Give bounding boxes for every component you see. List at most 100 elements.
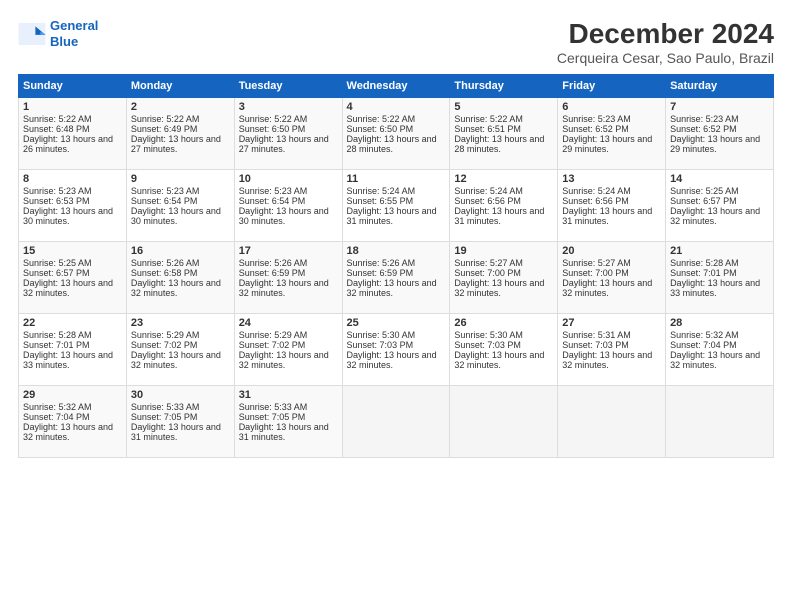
daylight-text: Daylight: 13 hours and 31 minutes. [131, 422, 221, 442]
sunset-text: Sunset: 6:51 PM [454, 124, 521, 134]
daylight-text: Daylight: 13 hours and 32 minutes. [454, 350, 544, 370]
calendar-cell [558, 386, 666, 458]
sunrise-text: Sunrise: 5:22 AM [23, 114, 92, 124]
calendar-cell: 22Sunrise: 5:28 AMSunset: 7:01 PMDayligh… [19, 314, 127, 386]
day-number: 11 [347, 173, 446, 185]
sunrise-text: Sunrise: 5:25 AM [23, 258, 92, 268]
day-number: 26 [454, 317, 553, 329]
sunrise-text: Sunrise: 5:25 AM [670, 186, 739, 196]
sunrise-text: Sunrise: 5:23 AM [131, 186, 200, 196]
sunrise-text: Sunrise: 5:32 AM [670, 330, 739, 340]
sunrise-text: Sunrise: 5:29 AM [239, 330, 308, 340]
daylight-text: Daylight: 13 hours and 31 minutes. [239, 422, 329, 442]
calendar-cell [450, 386, 558, 458]
daylight-text: Daylight: 13 hours and 33 minutes. [670, 278, 760, 298]
calendar-cell: 6Sunrise: 5:23 AMSunset: 6:52 PMDaylight… [558, 98, 666, 170]
calendar-cell: 26Sunrise: 5:30 AMSunset: 7:03 PMDayligh… [450, 314, 558, 386]
page-header: General Blue December 2024 Cerqueira Ces… [18, 18, 774, 66]
sunrise-text: Sunrise: 5:23 AM [23, 186, 92, 196]
sunrise-text: Sunrise: 5:33 AM [239, 402, 308, 412]
sunset-text: Sunset: 6:55 PM [347, 196, 414, 206]
daylight-text: Daylight: 13 hours and 28 minutes. [347, 134, 437, 154]
daylight-text: Daylight: 13 hours and 29 minutes. [562, 134, 652, 154]
logo-text: General Blue [50, 18, 98, 49]
sunrise-text: Sunrise: 5:27 AM [562, 258, 631, 268]
calendar-cell: 23Sunrise: 5:29 AMSunset: 7:02 PMDayligh… [126, 314, 234, 386]
sunset-text: Sunset: 6:57 PM [670, 196, 737, 206]
sunset-text: Sunset: 7:03 PM [454, 340, 521, 350]
daylight-text: Daylight: 13 hours and 32 minutes. [239, 278, 329, 298]
daylight-text: Daylight: 13 hours and 30 minutes. [239, 206, 329, 226]
calendar-cell: 1Sunrise: 5:22 AMSunset: 6:48 PMDaylight… [19, 98, 127, 170]
day-number: 18 [347, 245, 446, 257]
sunset-text: Sunset: 7:05 PM [131, 412, 198, 422]
daylight-text: Daylight: 13 hours and 32 minutes. [562, 278, 652, 298]
col-saturday: Saturday [666, 75, 774, 98]
sunrise-text: Sunrise: 5:32 AM [23, 402, 92, 412]
day-number: 3 [239, 101, 338, 113]
calendar-cell: 17Sunrise: 5:26 AMSunset: 6:59 PMDayligh… [234, 242, 342, 314]
daylight-text: Daylight: 13 hours and 28 minutes. [454, 134, 544, 154]
daylight-text: Daylight: 13 hours and 30 minutes. [131, 206, 221, 226]
daylight-text: Daylight: 13 hours and 32 minutes. [23, 278, 113, 298]
day-number: 28 [670, 317, 769, 329]
sunset-text: Sunset: 7:02 PM [131, 340, 198, 350]
sunset-text: Sunset: 6:48 PM [23, 124, 90, 134]
sunrise-text: Sunrise: 5:26 AM [347, 258, 416, 268]
subtitle: Cerqueira Cesar, Sao Paulo, Brazil [557, 50, 774, 66]
day-number: 17 [239, 245, 338, 257]
calendar-week-1: 1Sunrise: 5:22 AMSunset: 6:48 PMDaylight… [19, 98, 774, 170]
sunset-text: Sunset: 7:02 PM [239, 340, 306, 350]
daylight-text: Daylight: 13 hours and 27 minutes. [239, 134, 329, 154]
day-number: 20 [562, 245, 661, 257]
daylight-text: Daylight: 13 hours and 32 minutes. [239, 350, 329, 370]
calendar-week-2: 8Sunrise: 5:23 AMSunset: 6:53 PMDaylight… [19, 170, 774, 242]
sunrise-text: Sunrise: 5:22 AM [347, 114, 416, 124]
day-number: 8 [23, 173, 122, 185]
calendar-cell: 13Sunrise: 5:24 AMSunset: 6:56 PMDayligh… [558, 170, 666, 242]
sunrise-text: Sunrise: 5:27 AM [454, 258, 523, 268]
sunset-text: Sunset: 7:04 PM [670, 340, 737, 350]
daylight-text: Daylight: 13 hours and 29 minutes. [670, 134, 760, 154]
title-block: December 2024 Cerqueira Cesar, Sao Paulo… [557, 18, 774, 66]
sunrise-text: Sunrise: 5:30 AM [454, 330, 523, 340]
calendar-cell: 4Sunrise: 5:22 AMSunset: 6:50 PMDaylight… [342, 98, 450, 170]
calendar-cell [666, 386, 774, 458]
sunset-text: Sunset: 6:49 PM [131, 124, 198, 134]
sunset-text: Sunset: 6:56 PM [454, 196, 521, 206]
calendar-cell: 9Sunrise: 5:23 AMSunset: 6:54 PMDaylight… [126, 170, 234, 242]
calendar-cell: 21Sunrise: 5:28 AMSunset: 7:01 PMDayligh… [666, 242, 774, 314]
calendar-cell: 20Sunrise: 5:27 AMSunset: 7:00 PMDayligh… [558, 242, 666, 314]
main-title: December 2024 [557, 18, 774, 50]
calendar-cell: 24Sunrise: 5:29 AMSunset: 7:02 PMDayligh… [234, 314, 342, 386]
sunrise-text: Sunrise: 5:23 AM [562, 114, 631, 124]
day-number: 25 [347, 317, 446, 329]
calendar-cell: 30Sunrise: 5:33 AMSunset: 7:05 PMDayligh… [126, 386, 234, 458]
day-number: 30 [131, 389, 230, 401]
sunrise-text: Sunrise: 5:30 AM [347, 330, 416, 340]
calendar-cell: 8Sunrise: 5:23 AMSunset: 6:53 PMDaylight… [19, 170, 127, 242]
sunrise-text: Sunrise: 5:22 AM [239, 114, 308, 124]
col-friday: Friday [558, 75, 666, 98]
daylight-text: Daylight: 13 hours and 32 minutes. [347, 278, 437, 298]
daylight-text: Daylight: 13 hours and 26 minutes. [23, 134, 113, 154]
daylight-text: Daylight: 13 hours and 33 minutes. [23, 350, 113, 370]
calendar-cell: 29Sunrise: 5:32 AMSunset: 7:04 PMDayligh… [19, 386, 127, 458]
calendar-cell: 3Sunrise: 5:22 AMSunset: 6:50 PMDaylight… [234, 98, 342, 170]
calendar-table: Sunday Monday Tuesday Wednesday Thursday… [18, 74, 774, 458]
sunset-text: Sunset: 6:50 PM [347, 124, 414, 134]
daylight-text: Daylight: 13 hours and 32 minutes. [131, 350, 221, 370]
calendar-cell: 18Sunrise: 5:26 AMSunset: 6:59 PMDayligh… [342, 242, 450, 314]
calendar-week-4: 22Sunrise: 5:28 AMSunset: 7:01 PMDayligh… [19, 314, 774, 386]
col-sunday: Sunday [19, 75, 127, 98]
day-number: 27 [562, 317, 661, 329]
sunrise-text: Sunrise: 5:24 AM [347, 186, 416, 196]
sunrise-text: Sunrise: 5:24 AM [454, 186, 523, 196]
sunrise-text: Sunrise: 5:26 AM [131, 258, 200, 268]
sunrise-text: Sunrise: 5:22 AM [454, 114, 523, 124]
daylight-text: Daylight: 13 hours and 30 minutes. [23, 206, 113, 226]
calendar-cell: 12Sunrise: 5:24 AMSunset: 6:56 PMDayligh… [450, 170, 558, 242]
day-number: 16 [131, 245, 230, 257]
sunrise-text: Sunrise: 5:22 AM [131, 114, 200, 124]
daylight-text: Daylight: 13 hours and 31 minutes. [562, 206, 652, 226]
